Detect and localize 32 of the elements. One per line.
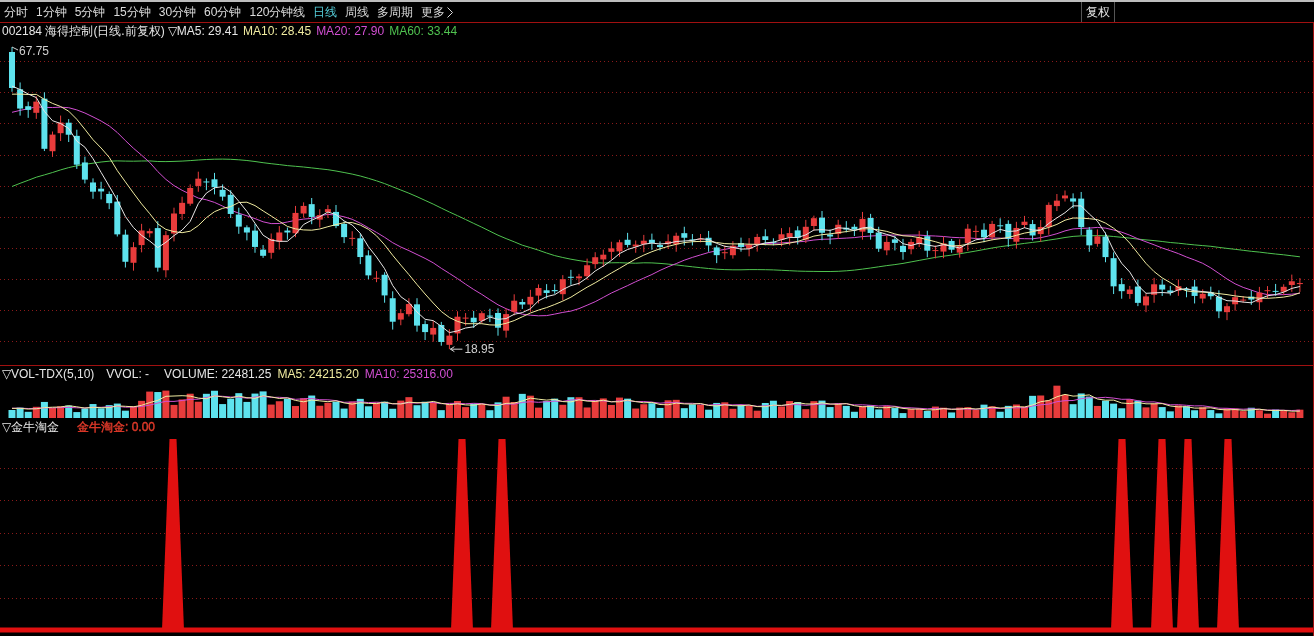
low-price-label: 18.95 [464, 342, 495, 357]
high-price-label: 67.75 [19, 44, 50, 58]
low-price-leader [449, 346, 463, 353]
adjust-button[interactable]: 复权 [1081, 2, 1115, 22]
signal-reading: 金牛淘金: 0.00 [77, 419, 156, 434]
volume-reading: MA5: 24215.20 [277, 366, 359, 381]
moving-average-reading: MA20: 27.90 [316, 23, 385, 38]
period-tab[interactable]: 日线 [313, 5, 338, 19]
period-tab[interactable]: 5分钟 [74, 5, 106, 19]
security-title: 002184 海得控制(日线.前复权) [2, 23, 165, 38]
moving-average-reading: MA5: 29.41 [176, 23, 239, 38]
volume-indicator-title: VOL-TDX(5,10) [11, 366, 95, 381]
period-tab[interactable]: 分时 [4, 5, 28, 19]
volume-reading: VOLUME: 22481.25 [164, 366, 272, 381]
more-menu-button[interactable]: 更多 [421, 5, 454, 19]
indicator-menu-button[interactable]: ▽ [167, 23, 177, 38]
period-tab[interactable]: 60分钟 [204, 5, 242, 19]
period-tab[interactable]: 30分钟 [158, 5, 197, 19]
volume-reading: MA10: 25316.00 [364, 366, 453, 381]
period-tab[interactable]: 1分钟 [36, 5, 67, 19]
period-tab[interactable]: 120分钟线 [249, 5, 306, 19]
indicator-menu-button[interactable]: ▽ [2, 366, 11, 381]
high-price-leader [11, 46, 19, 51]
signal-indicator-title: 金牛淘金 [11, 419, 59, 434]
indicator-menu-button[interactable]: ▽ [2, 419, 11, 434]
moving-average-reading: MA10: 28.45 [243, 23, 312, 38]
period-tab[interactable]: 周线 [345, 5, 370, 19]
vvol-reading: VVOL: - [106, 366, 150, 381]
period-tab[interactable]: 15分钟 [113, 5, 151, 19]
period-tab[interactable]: 多周期 [377, 5, 414, 19]
chevron-right-icon [447, 6, 454, 18]
moving-average-reading: MA60: 33.44 [389, 23, 458, 38]
